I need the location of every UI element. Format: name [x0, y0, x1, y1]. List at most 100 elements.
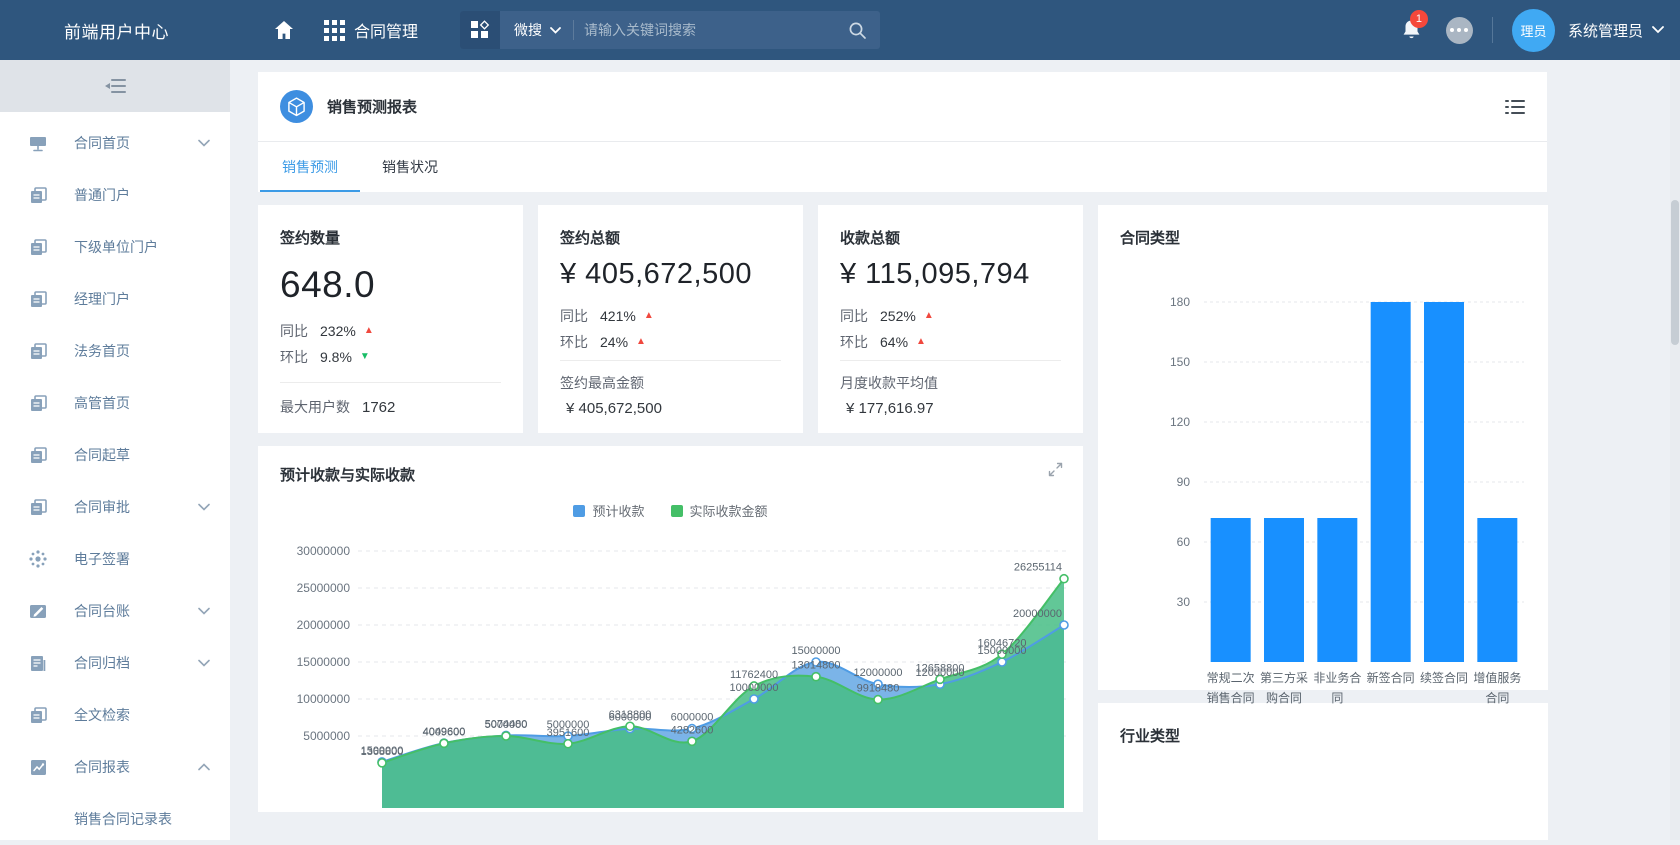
svg-text:120: 120 [1170, 415, 1190, 429]
chevron-down-icon [198, 659, 210, 667]
search-input[interactable] [574, 22, 834, 38]
sidebar-item-电子签署[interactable]: 电子签署 [0, 533, 230, 585]
sidebar-item-法务首页[interactable]: 法务首页 [0, 325, 230, 377]
sidebar-item-合同归档[interactable]: 合同归档 [0, 637, 230, 689]
sidebar-item-经理门户[interactable]: 经理门户 [0, 273, 230, 325]
topbar-divider [1492, 17, 1493, 43]
sidebar-item-下级单位门户[interactable]: 下级单位门户 [0, 221, 230, 273]
metric-row: 环比64%▲ [840, 329, 1061, 355]
sidebar-item-label: 经理门户 [74, 289, 230, 309]
search-scope-label: 微搜 [514, 20, 542, 40]
search-scope-select[interactable]: 微搜 [500, 20, 573, 40]
legend-swatch [573, 505, 585, 517]
contract-type-bar-chart[interactable]: 180150120906030常规二次销售合同第三方采购合同非业务合同新签合同续… [1114, 250, 1532, 712]
sidebar-item-高管首页[interactable]: 高管首页 [0, 377, 230, 429]
chevron-up-icon [198, 763, 210, 771]
svg-text:30000000: 30000000 [297, 544, 351, 558]
pen-icon [28, 603, 48, 620]
scrollbar-thumb[interactable] [1671, 200, 1679, 345]
user-menu[interactable]: 系统管理员 [1568, 20, 1643, 41]
sidebar-item-合同审批[interactable]: 合同审批 [0, 481, 230, 533]
chevron-down-icon[interactable] [1652, 26, 1664, 34]
tab-销售状况[interactable]: 销售状况 [360, 142, 460, 192]
svg-text:20000000: 20000000 [297, 618, 351, 632]
svg-text:9918480: 9918480 [857, 683, 900, 695]
svg-text:增值服务: 增值服务 [1473, 670, 1521, 685]
report-icon [280, 90, 313, 123]
menu-fold-icon [104, 78, 126, 94]
stat-footer: 最大用户数1762 [280, 397, 501, 417]
stat-card-签约数量: 签约数量648.0同比232%▲环比9.8%▼最大用户数1762 [258, 205, 523, 433]
legend-label: 实际收款金额 [690, 501, 768, 520]
svg-text:4282600: 4282600 [671, 724, 714, 736]
metric-row: 同比252%▲ [840, 303, 1061, 329]
stat-title: 收款总额 [840, 227, 1061, 248]
page-scrollbar[interactable] [1670, 60, 1680, 840]
sidebar: 合同首页普通门户下级单位门户经理门户法务首页高管首页合同起草合同审批电子签署合同… [0, 60, 230, 840]
chevron-down-icon [198, 139, 210, 147]
sidebar-item-普通门户[interactable]: 普通门户 [0, 169, 230, 221]
svg-text:合同: 合同 [1485, 690, 1509, 705]
trend-up-icon: ▲ [636, 329, 646, 355]
svg-text:非业务合: 非业务合 [1313, 670, 1361, 685]
sidebar-item-label: 合同台账 [74, 601, 198, 621]
sidebar-item-销售合同记录表[interactable]: 销售合同记录表 [0, 793, 230, 845]
expand-button[interactable] [1048, 462, 1063, 477]
line-chart-card: 预计收款与实际收款 预计收款实际收款金额 3000000025000000200… [258, 446, 1083, 812]
svg-text:同: 同 [1331, 691, 1343, 705]
metric-row: 同比232%▲ [280, 318, 501, 344]
legend-item-预计收款[interactable]: 预计收款 [573, 501, 644, 520]
docs-icon [28, 187, 48, 204]
notifications-button[interactable]: 1 [1401, 19, 1422, 41]
sidebar-collapse-button[interactable] [0, 60, 230, 112]
stat-value: ¥ 405,672,500 [560, 258, 781, 291]
more-button[interactable] [1446, 17, 1473, 44]
svg-text:11762400: 11762400 [730, 669, 778, 681]
stat-card-收款总额: 收款总额 ¥ 115,095,794 同比252%▲环比64%▲ 月度收款平均值 ¥ 1… [818, 205, 1083, 433]
stat-value: ¥ 115,095,794 [840, 258, 1061, 291]
stat-card-签约总额: 签约总额¥ 405,672,500同比421%▲环比24%▲签约最高金额¥ 40… [538, 205, 803, 433]
line-area-chart[interactable]: 3000000025000000200000001500000010000000… [258, 524, 1083, 808]
sidebar-item-合同起草[interactable]: 合同起草 [0, 429, 230, 481]
trend-down-icon: ▼ [360, 344, 370, 370]
sidebar-item-合同台账[interactable]: 合同台账 [0, 585, 230, 637]
search-app-button[interactable] [460, 11, 500, 49]
svg-text:15000000: 15000000 [792, 645, 841, 657]
sidebar-item-label: 法务首页 [74, 341, 230, 361]
svg-text:25000000: 25000000 [297, 581, 351, 595]
sidebar-item-全文检索[interactable]: 全文检索 [0, 689, 230, 741]
metric-row: 同比421%▲ [560, 303, 781, 329]
list-view-button[interactable] [1505, 99, 1525, 115]
divider [280, 382, 501, 383]
stat-title: 签约数量 [280, 227, 501, 248]
sidebar-item-label: 高管首页 [74, 393, 230, 413]
docs-icon [28, 707, 48, 724]
svg-text:30: 30 [1177, 595, 1191, 609]
svg-text:60: 60 [1177, 535, 1191, 549]
svg-text:购合同: 购合同 [1266, 690, 1302, 705]
sidebar-item-label: 合同首页 [74, 133, 198, 153]
stat-footer-value: ¥ 177,616.97 [840, 400, 1061, 417]
docs-icon [28, 291, 48, 308]
svg-text:6318800: 6318800 [609, 709, 652, 721]
sidebar-item-label: 合同审批 [74, 497, 198, 517]
ellipsis-icon [1450, 28, 1468, 32]
legend-item-实际收款金额[interactable]: 实际收款金额 [671, 501, 768, 520]
avatar[interactable]: 理员 [1512, 9, 1555, 52]
trend-up-icon: ▲ [924, 303, 934, 329]
svg-text:新签合同: 新签合同 [1367, 670, 1415, 685]
list-icon [1505, 99, 1525, 115]
sidebar-item-label: 合同报表 [74, 757, 198, 777]
svg-text:6000000: 6000000 [671, 712, 714, 724]
sidebar-item-合同首页[interactable]: 合同首页 [0, 117, 230, 169]
sidebar-item-label: 普通门户 [74, 185, 230, 205]
home-button[interactable] [274, 21, 294, 40]
stat-footer-value: ¥ 405,672,500 [560, 400, 781, 417]
svg-text:5000000: 5000000 [485, 719, 528, 731]
sidebar-item-合同报表[interactable]: 合同报表 [0, 741, 230, 793]
tab-销售预测[interactable]: 销售预测 [260, 142, 360, 192]
svg-text:180: 180 [1170, 295, 1190, 309]
app-switcher[interactable]: 合同管理 [324, 18, 418, 42]
stat-footer-label: 月度收款平均值 [840, 373, 1061, 393]
search-button[interactable] [834, 11, 880, 49]
